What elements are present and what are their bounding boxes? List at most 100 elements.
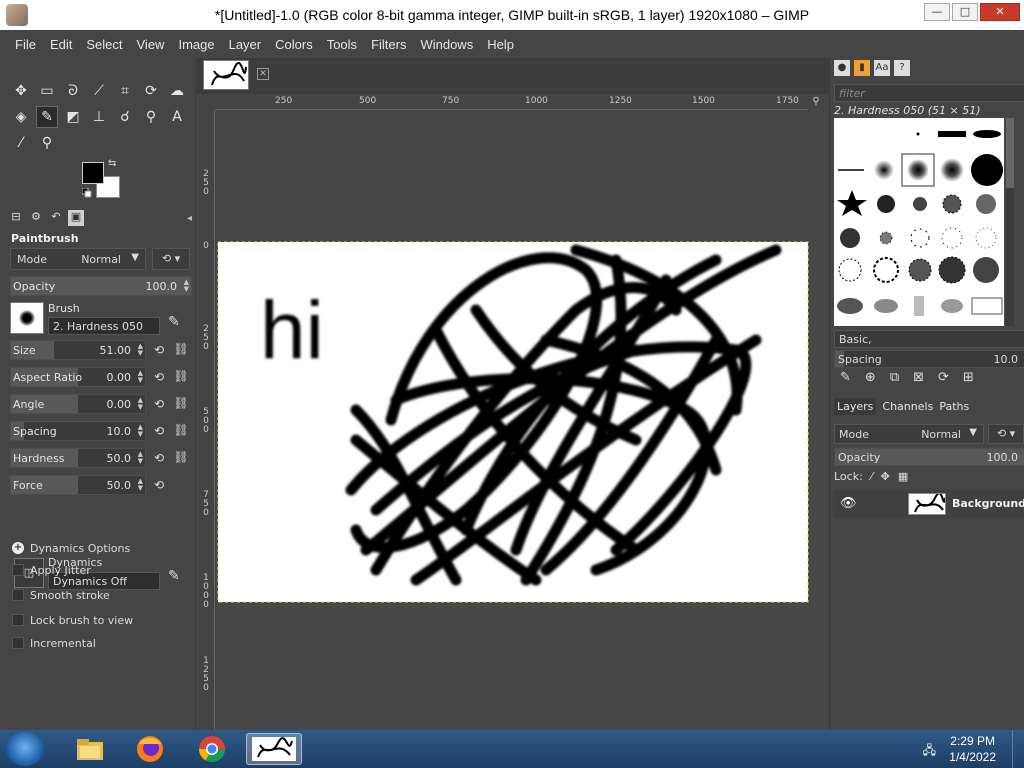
new-brush-icon[interactable]: ⊕ <box>865 370 876 385</box>
mode-reset-button[interactable]: ⟲ ▾ <box>152 248 190 270</box>
link-aspect-ratio-icon[interactable]: ⛓ <box>172 367 190 387</box>
image-canvas[interactable]: hi <box>216 110 828 730</box>
menu-view[interactable]: View <box>130 37 172 52</box>
brush-filter-input[interactable]: filter <box>834 84 1024 102</box>
warp-tool-icon[interactable]: ☁ <box>166 80 188 102</box>
opacity-slider[interactable]: Opacity 100.0 ▲ ▼ <box>10 276 192 296</box>
link-spacing-icon[interactable]: ⛓ <box>172 421 190 441</box>
reset-angle-icon[interactable]: ⟲ <box>150 394 168 414</box>
minimize-button[interactable]: — <box>924 3 950 21</box>
help-tab-icon[interactable]: ? <box>894 60 910 76</box>
clock[interactable]: 2:29 PM 1/4/2022 <box>949 733 996 765</box>
lock-pixels-icon[interactable]: ⁄ <box>871 470 873 483</box>
reset-size-icon[interactable]: ⟲ <box>150 340 168 360</box>
rect-select-tool-icon[interactable]: ▭ <box>36 80 58 102</box>
file-explorer-icon[interactable] <box>62 733 118 765</box>
fonts-tab-icon[interactable]: Aa <box>874 60 890 76</box>
lock-alpha-icon[interactable]: ▦ <box>898 470 908 483</box>
spin-arrows-icon[interactable]: ▲ ▼ <box>138 397 143 411</box>
brush-scrollbar[interactable] <box>1006 118 1014 326</box>
menu-edit[interactable]: Edit <box>43 37 79 52</box>
close-image-icon[interactable]: ✕ <box>257 68 269 80</box>
reset-aspect-ratio-icon[interactable]: ⟲ <box>150 367 168 387</box>
link-size-icon[interactable]: ⛓ <box>172 340 190 360</box>
lock-brush-checkbox[interactable]: Lock brush to view <box>12 612 133 628</box>
duplicate-brush-icon[interactable]: ⧉ <box>890 370 899 385</box>
vertical-ruler[interactable]: 250 0 250 500 750 1000 1250 <box>199 110 215 730</box>
device-status-tab-icon[interactable]: ⚙ <box>28 210 44 226</box>
menu-image[interactable]: Image <box>171 37 221 52</box>
default-colors-icon[interactable] <box>82 188 92 198</box>
move-tool-icon[interactable]: ✥ <box>10 80 32 102</box>
maximize-button[interactable]: □ <box>952 3 978 21</box>
reset-force-icon[interactable]: ⟲ <box>150 475 168 495</box>
force-slider[interactable]: Force 50.0 ▲ ▼ <box>10 475 146 495</box>
brush-tag-field[interactable]: Basic, <box>834 330 1024 348</box>
menu-colors[interactable]: Colors <box>268 37 320 52</box>
clone-tool-icon[interactable]: ⊥ <box>88 106 110 128</box>
lock-position-icon[interactable]: ✥ <box>881 470 890 483</box>
gimp-taskbar-button[interactable] <box>246 733 302 765</box>
refresh-brushes-icon[interactable]: ⟳ <box>938 370 949 385</box>
menu-help[interactable]: Help <box>480 37 521 52</box>
link-hardness-icon[interactable]: ⛓ <box>172 448 190 468</box>
layer-mode-reset-button[interactable]: ⟲ ▾ <box>988 424 1024 444</box>
image-tab-thumbnail[interactable] <box>203 60 249 90</box>
dynamics-options-expander[interactable]: + Dynamics Options <box>12 540 130 556</box>
paintbrush-tool-icon[interactable]: ✎ <box>36 106 58 128</box>
images-tab-icon[interactable]: ▣ <box>68 210 84 226</box>
link-angle-icon[interactable]: ⛓ <box>172 394 190 414</box>
tab-channels[interactable]: Channels <box>882 400 933 413</box>
foreground-color-swatch[interactable] <box>82 162 104 184</box>
incremental-checkbox[interactable]: Incremental <box>12 635 96 651</box>
undo-history-tab-icon[interactable]: ↶ <box>48 210 64 226</box>
rotate-tool-icon[interactable]: ⟳ <box>140 80 162 102</box>
smudge-tool-icon[interactable]: ☌ <box>114 106 136 128</box>
layer-row[interactable]: 👁 Background <box>834 490 1024 518</box>
brushes-tab-icon[interactable]: ● <box>834 60 850 76</box>
menu-file[interactable]: File <box>8 37 43 52</box>
open-as-image-icon[interactable]: ⊞ <box>963 370 974 385</box>
reset-hardness-icon[interactable]: ⟲ <box>150 448 168 468</box>
edit-brush-icon[interactable]: ✎ <box>168 314 180 330</box>
brush-spacing-slider[interactable]: Spacing 10.0 <box>834 350 1024 368</box>
spin-arrows-icon[interactable]: ▲ ▼ <box>138 424 143 438</box>
mode-dropdown[interactable]: Mode Normal ▼ <box>10 248 146 270</box>
menu-select[interactable]: Select <box>79 37 129 52</box>
chrome-icon[interactable] <box>184 733 240 765</box>
tool-options-tab-icon[interactable]: ⊟ <box>8 210 24 226</box>
spin-arrows-icon[interactable]: ▲ ▼ <box>138 370 143 384</box>
start-button[interactable] <box>6 732 44 766</box>
menu-filters[interactable]: Filters <box>364 37 413 52</box>
edit-dynamics-icon[interactable]: ✎ <box>168 568 180 584</box>
show-desktop-button[interactable] <box>1012 730 1024 768</box>
tab-layers[interactable]: Layers <box>834 398 877 415</box>
bucket-fill-tool-icon[interactable]: ◈ <box>10 106 32 128</box>
layer-opacity-slider[interactable]: Opacity 100.0 <box>834 448 1024 466</box>
swap-colors-icon[interactable]: ⇆ <box>108 158 116 169</box>
spin-arrows-icon[interactable]: ▲ ▼ <box>138 478 143 492</box>
lasso-tool-icon[interactable]: ᘐ <box>62 80 84 102</box>
spacing-slider[interactable]: Spacing 10.0 ▲ ▼ <box>10 421 146 441</box>
spin-arrows-icon[interactable]: ▲ ▼ <box>184 279 189 293</box>
smooth-stroke-checkbox[interactable]: Smooth stroke <box>12 587 110 603</box>
delete-brush-icon[interactable]: ⊠ <box>913 370 924 385</box>
eye-icon[interactable]: 👁 <box>840 496 857 511</box>
zoom-tool-icon[interactable]: ⚲ <box>36 132 58 154</box>
crop-tool-icon[interactable]: ⌗ <box>114 80 136 102</box>
reset-spacing-icon[interactable]: ⟲ <box>150 421 168 441</box>
layer-mode-dropdown[interactable]: Mode Normal ▼ <box>834 424 984 444</box>
brush-name-field[interactable]: 2. Hardness 050 <box>48 317 160 335</box>
paths-tool-icon[interactable]: ⚲ <box>140 106 162 128</box>
menu-tools[interactable]: Tools <box>320 37 364 52</box>
edit-brush-icon[interactable]: ✎ <box>840 370 851 385</box>
angle-slider[interactable]: Angle 0.00 ▲ ▼ <box>10 394 146 414</box>
spin-arrows-icon[interactable]: ▲ ▼ <box>138 451 143 465</box>
tab-paths[interactable]: Paths <box>939 400 969 413</box>
brush-preview[interactable] <box>10 302 44 334</box>
size-slider[interactable]: Size 51.00 ▲ ▼ <box>10 340 146 360</box>
zoom-icon[interactable]: ⚲ <box>808 96 824 110</box>
horizontal-ruler[interactable]: 250 500 750 1000 1250 1500 1750 <box>215 96 808 110</box>
text-tool-icon[interactable]: A <box>166 106 188 128</box>
patterns-tab-icon[interactable]: ▮ <box>854 60 870 76</box>
